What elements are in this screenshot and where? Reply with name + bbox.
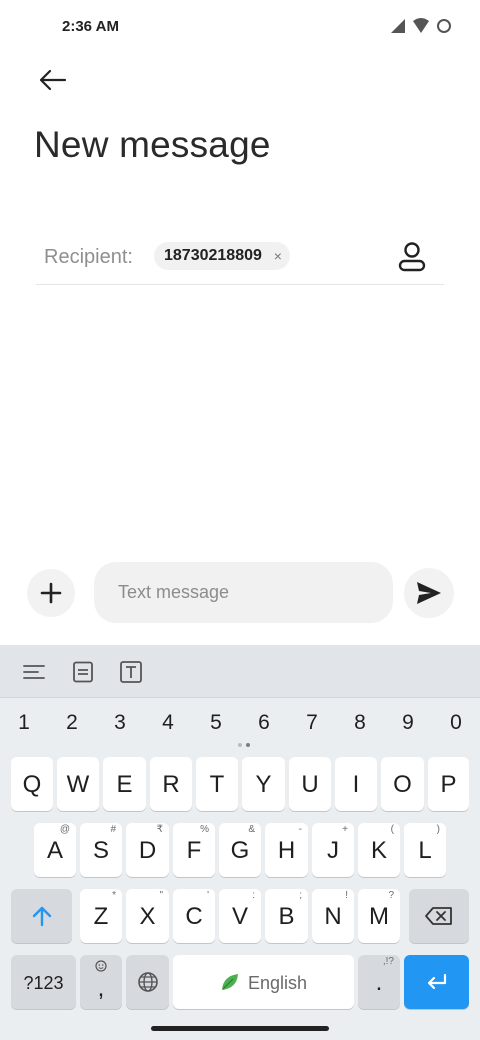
status-bar: 2:36 AM bbox=[0, 0, 480, 56]
keyboard: 1 2 3 4 5 6 7 8 9 0 Q W E R T Y U I O P … bbox=[0, 645, 480, 1040]
key-b[interactable]: ; B bbox=[265, 889, 308, 943]
key-k[interactable]: (K bbox=[358, 823, 400, 877]
message-input[interactable] bbox=[118, 562, 378, 623]
key-n[interactable]: ! N bbox=[312, 889, 354, 943]
recipient-chip[interactable]: 18730218809 × bbox=[154, 242, 290, 270]
symbols-key[interactable]: ?123 bbox=[11, 955, 76, 1009]
number-row: 1 2 3 4 5 6 7 8 9 0 bbox=[0, 707, 480, 739]
add-attachment-button[interactable] bbox=[27, 569, 75, 617]
status-icons bbox=[390, 18, 452, 34]
message-input-container bbox=[94, 562, 393, 623]
key-9[interactable]: 9 bbox=[384, 707, 432, 739]
key-s[interactable]: # S bbox=[80, 823, 122, 877]
gesture-bar bbox=[151, 1026, 329, 1031]
key-a[interactable]: @ A bbox=[34, 823, 76, 877]
plus-icon bbox=[40, 582, 62, 604]
key-y[interactable]: Y bbox=[242, 757, 285, 811]
recipient-row: Recipient: 18730218809 × bbox=[36, 232, 444, 285]
recipient-label: Recipient: bbox=[44, 246, 133, 268]
key-g[interactable]: & G bbox=[219, 823, 261, 877]
emoji-icon bbox=[95, 960, 107, 972]
language-key[interactable] bbox=[126, 955, 169, 1009]
key-x[interactable]: " X bbox=[126, 889, 169, 943]
key-7[interactable]: 7 bbox=[288, 707, 336, 739]
key-3[interactable]: 3 bbox=[96, 707, 144, 739]
page-title: New message bbox=[34, 124, 271, 165]
backspace-key[interactable] bbox=[409, 889, 469, 943]
period-key[interactable]: ,!?. bbox=[358, 955, 400, 1009]
key-q[interactable]: Q bbox=[11, 757, 53, 811]
signal-icon bbox=[391, 19, 405, 33]
status-time: 2:36 AM bbox=[62, 18, 119, 35]
key-j[interactable]: + J bbox=[312, 823, 354, 877]
key-h[interactable]: -H bbox=[265, 823, 308, 877]
key-l[interactable]: ) L bbox=[404, 823, 446, 877]
backspace-icon bbox=[425, 906, 452, 925]
keyboard-toolbar bbox=[0, 645, 480, 698]
key-6[interactable]: 6 bbox=[240, 707, 288, 739]
key-c[interactable]: ' C bbox=[173, 889, 215, 943]
battery-icon bbox=[437, 19, 451, 33]
key-v[interactable]: :V bbox=[219, 889, 261, 943]
shift-icon bbox=[32, 906, 51, 926]
send-button[interactable] bbox=[404, 568, 454, 618]
arrow-left-icon bbox=[39, 69, 67, 91]
comma-key[interactable]: , bbox=[80, 955, 122, 1009]
key-4[interactable]: 4 bbox=[144, 707, 192, 739]
recipient-chip-number: 18730218809 bbox=[164, 247, 262, 264]
key-e[interactable]: E bbox=[103, 757, 146, 811]
key-r[interactable]: R bbox=[150, 757, 192, 811]
key-u[interactable]: U bbox=[289, 757, 331, 811]
key-z[interactable]: * Z bbox=[80, 889, 122, 943]
contact-picker-button[interactable] bbox=[396, 240, 428, 274]
enter-icon bbox=[427, 973, 446, 989]
screen: 2:36 AM New message Recipient: 187302188… bbox=[0, 0, 480, 1040]
shift-key[interactable] bbox=[11, 889, 72, 943]
key-8[interactable]: 8 bbox=[336, 707, 384, 739]
key-t[interactable]: T bbox=[196, 757, 238, 811]
key-0[interactable]: 0 bbox=[432, 707, 480, 739]
person-icon bbox=[398, 242, 426, 272]
key-2[interactable]: 2 bbox=[48, 707, 96, 739]
leaf-icon bbox=[221, 974, 238, 991]
back-button[interactable] bbox=[30, 62, 74, 98]
key-w[interactable]: W bbox=[57, 757, 99, 811]
key-1[interactable]: 1 bbox=[0, 707, 48, 739]
key-f[interactable]: % F bbox=[173, 823, 215, 877]
wifi-icon bbox=[413, 18, 429, 33]
globe-icon bbox=[137, 971, 158, 992]
key-5[interactable]: 5 bbox=[192, 707, 240, 739]
chip-close-icon[interactable]: × bbox=[274, 242, 282, 270]
align-left-icon[interactable] bbox=[21, 659, 47, 685]
key-d[interactable]: ₹ D bbox=[126, 823, 169, 877]
key-o[interactable]: O bbox=[381, 757, 424, 811]
send-icon bbox=[417, 582, 441, 604]
enter-key[interactable] bbox=[404, 955, 469, 1009]
key-i[interactable]: I bbox=[335, 757, 377, 811]
space-key[interactable]: English bbox=[173, 955, 354, 1009]
keyboard-page-indicator bbox=[238, 743, 250, 747]
key-m[interactable]: ? M bbox=[358, 889, 400, 943]
clipboard-icon[interactable] bbox=[70, 659, 96, 685]
text-format-icon[interactable] bbox=[118, 659, 144, 685]
key-p[interactable]: P bbox=[428, 757, 469, 811]
